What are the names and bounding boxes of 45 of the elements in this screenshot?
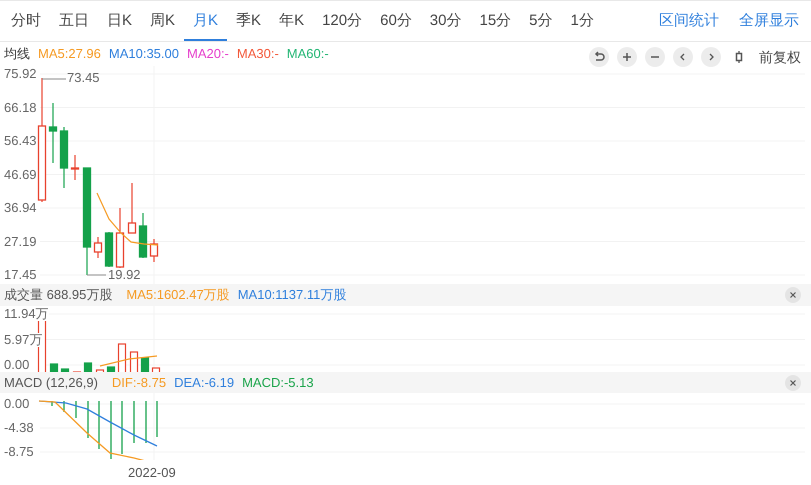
volume-title: 成交量 688.95万股: [4, 286, 112, 304]
legend-value: MA10:35.00: [108, 45, 179, 64]
period-tab[interactable]: 120分: [313, 1, 372, 41]
axis-label: 36.94: [4, 201, 37, 215]
period-tab[interactable]: 15分: [470, 1, 520, 41]
axis-label: 66.18: [4, 100, 37, 114]
high-price-label: 73.45: [67, 71, 100, 85]
period-tab[interactable]: 五日: [50, 1, 98, 41]
axis-label: -4.38: [4, 421, 34, 435]
legend-value: DEA:-6.19: [174, 374, 234, 392]
period-tab[interactable]: 年K: [270, 1, 314, 41]
date-label: 2022-09: [128, 464, 176, 482]
macd-title: MACD (12,26,9): [4, 374, 98, 392]
legend-value: DIF:-8.75: [112, 374, 166, 392]
axis-label: 17.45: [4, 268, 37, 282]
axis-label: 27.19: [4, 234, 37, 248]
period-tab[interactable]: 月K: [184, 1, 228, 41]
legend-value: MA20:-: [186, 45, 229, 64]
period-tab[interactable]: 日K: [98, 1, 142, 41]
axis-label: 0.00: [4, 358, 30, 372]
period-tab[interactable]: 5分: [520, 1, 562, 41]
legend-value: MACD:-5.13: [242, 374, 314, 392]
legend-value: MA5:1602.47万股: [126, 286, 230, 304]
axis-label: 56.43: [4, 134, 37, 148]
low-price-label: 19.92: [108, 268, 141, 282]
tool-link[interactable]: 区间统计: [659, 10, 719, 32]
period-tab[interactable]: 30分: [420, 1, 470, 41]
tool-link[interactable]: 全屏显示: [739, 10, 799, 32]
legend-value: MA10:1137.11万股: [238, 286, 346, 304]
legend-value: MA30:-: [236, 45, 279, 64]
period-tab[interactable]: 周K: [141, 1, 184, 41]
period-tab[interactable]: 季K: [227, 1, 270, 41]
period-tab[interactable]: 1分: [562, 1, 603, 41]
axis-label: 5.97万: [4, 332, 42, 346]
axis-label: 75.92: [4, 67, 37, 81]
axis-label: 0.00: [4, 397, 30, 411]
adjust-button[interactable]: 前复权: [759, 46, 801, 68]
legend-title: 均线: [4, 45, 30, 64]
period-tab[interactable]: 分时: [2, 1, 50, 41]
axis-label: 46.69: [4, 168, 37, 182]
legend-value: MA5:27.96: [38, 45, 101, 64]
axis-label: 11.94万: [4, 307, 49, 321]
axis-label: -8.75: [4, 445, 34, 459]
period-tab[interactable]: 60分: [371, 1, 421, 41]
legend-value: MA60:-: [286, 45, 329, 64]
